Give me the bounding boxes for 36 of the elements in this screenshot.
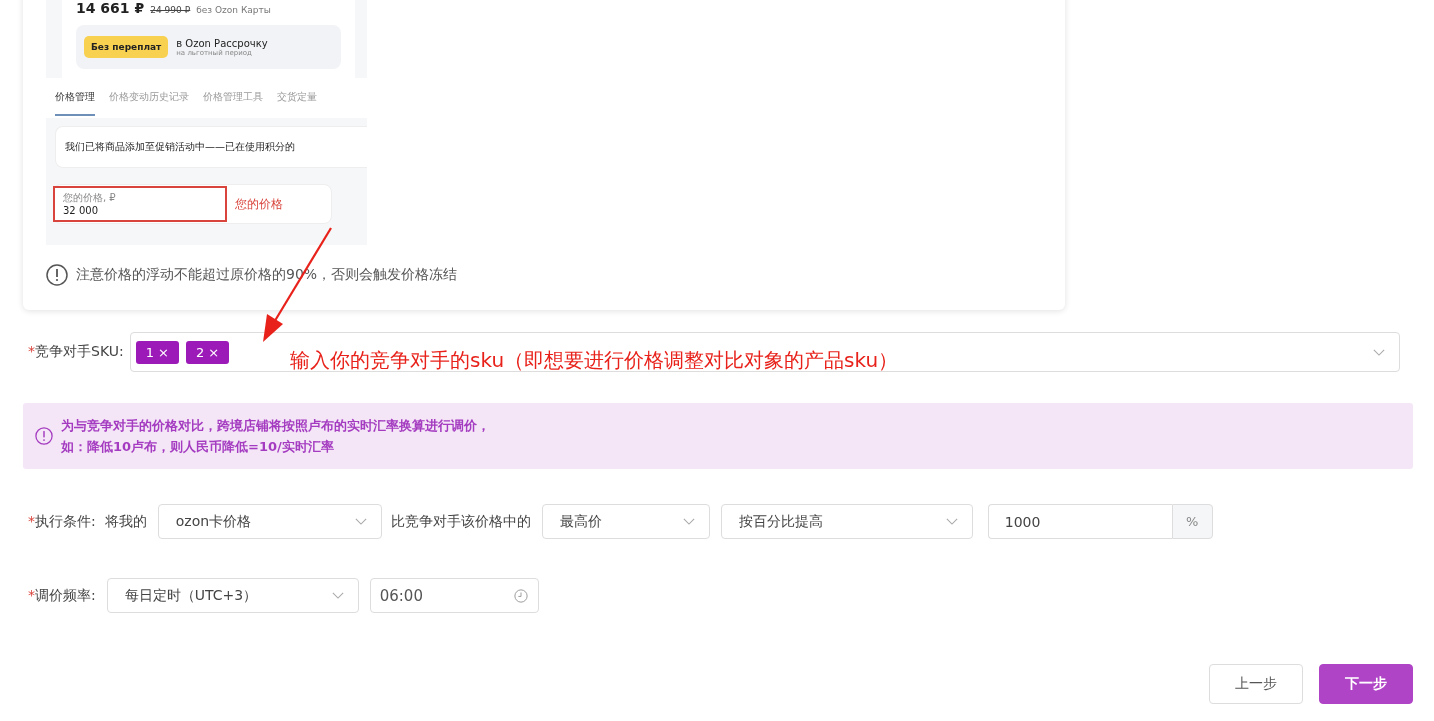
promo-message: 我们已将商品添加至促销活动中——已在使用积分的 [55, 126, 367, 168]
field-label: *执行条件: [28, 512, 96, 531]
chevron-down-icon [1372, 348, 1385, 356]
next-button[interactable]: 下一步 [1319, 664, 1413, 704]
chevron-down-icon [945, 518, 958, 525]
price-note: без Ozon Карты [196, 5, 271, 15]
sku-tag[interactable]: 1 × [135, 340, 179, 364]
condition-text: 将我的 [104, 512, 147, 531]
select-field[interactable]: ozon卡价格 [157, 504, 382, 539]
installment-title: в Ozon Рассрочку [176, 37, 268, 49]
percent-input[interactable]: 1000 [987, 504, 1172, 539]
back-button[interactable]: 上一步 [1209, 664, 1303, 704]
warning-icon [46, 264, 68, 286]
tab[interactable]: 价格管理 [55, 90, 95, 116]
condition-text: 比竞争对手该价格中的 [390, 512, 531, 531]
clock-icon [513, 588, 528, 603]
product-price: 14 661 ₽ [76, 0, 145, 16]
field-label: *竞争对手SKU: [28, 343, 124, 361]
sku-tag[interactable]: 2 × [185, 340, 230, 364]
notice-text: 如：降低10卢布，则人民币降低=10/实时汇率 [61, 437, 335, 456]
installment-badge: Без переплат [84, 36, 169, 58]
select-field[interactable]: 最高价 [541, 504, 710, 539]
select-field[interactable]: 按百分比提高 [720, 504, 973, 539]
percent-addon: % [1171, 504, 1213, 539]
old-price: 24 990 ₽ [150, 5, 191, 15]
chevron-down-icon [354, 518, 367, 525]
chevron-down-icon [331, 592, 344, 599]
time-field[interactable]: 06:00 [369, 578, 539, 613]
annotation-text: 输入你的竞争对手的sku（即想要进行价格调整对比对象的产品sku） [290, 347, 899, 374]
price-field[interactable]: 您的价格, ₽ 32 000 [53, 186, 227, 222]
info-icon [35, 427, 53, 445]
field-label: *调价频率: [28, 586, 96, 605]
chevron-down-icon [682, 518, 695, 525]
notice-text: 为与竞争对手的价格对比，跨境店铺将按照卢布的实时汇率换算进行调价， [61, 416, 490, 435]
schedule-select[interactable]: 每日定时（UTC+3） [106, 578, 359, 613]
price-label-text: 您的价格 [235, 195, 283, 213]
